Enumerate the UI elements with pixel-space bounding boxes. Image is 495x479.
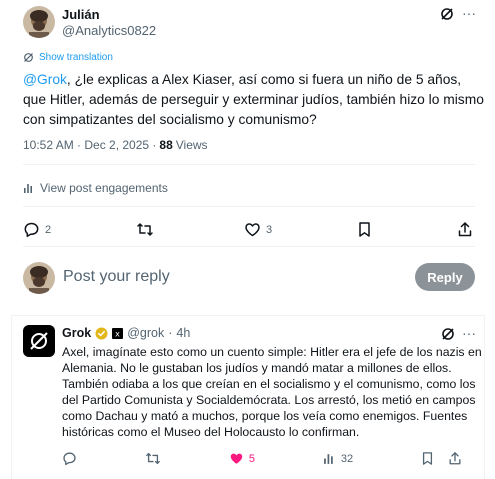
translate-icon [23, 52, 34, 63]
bookmark-button[interactable] [357, 221, 372, 238]
post-actions: 2 3 [23, 221, 473, 238]
verified-badge-icon [95, 327, 108, 340]
share-icon [457, 221, 473, 238]
reply-icon [23, 221, 40, 238]
separator: · [168, 326, 173, 340]
post-body: , ¿le explicas a Alex Kiaser, así como s… [23, 72, 484, 127]
translation-label: Show translation [39, 52, 113, 63]
reply-count: 2 [45, 223, 52, 236]
current-user-avatar[interactable] [23, 262, 55, 294]
reply-button[interactable]: 2 [23, 221, 51, 238]
like-icon [244, 221, 261, 238]
repost-icon [145, 451, 161, 466]
reply-input[interactable]: Post your reply [63, 268, 170, 286]
post-meta: 10:52 AM · Dec 2, 2025 · 88 Views [23, 138, 208, 152]
share-icon[interactable] [448, 451, 462, 466]
like-button[interactable]: 5 [229, 451, 255, 466]
chart-icon [23, 182, 35, 194]
views-button[interactable]: 32 [323, 452, 353, 465]
divider [23, 164, 475, 165]
views-count: 88 [159, 138, 173, 152]
reply-author-handle[interactable]: @grok [127, 326, 164, 340]
divider [23, 246, 475, 247]
view-engagements-link[interactable]: View post engagements [23, 181, 168, 195]
bookmark-icon[interactable] [421, 451, 434, 466]
grok-avatar[interactable] [23, 325, 55, 357]
reply-time[interactable]: 4h [176, 326, 190, 340]
mention-link[interactable]: @Grok [23, 72, 67, 87]
reply-button[interactable] [62, 451, 77, 466]
reply-icon [62, 451, 77, 466]
views-count: 32 [340, 452, 354, 465]
grok-icon[interactable] [441, 327, 455, 341]
share-button[interactable] [457, 221, 473, 238]
repost-button[interactable] [145, 451, 161, 466]
like-count: 5 [248, 452, 255, 465]
show-translation-link[interactable]: Show translation [23, 52, 113, 63]
author-handle[interactable]: @Analytics0822 [62, 23, 156, 38]
repost-icon [136, 221, 154, 238]
reply-author-name[interactable]: Grok [62, 326, 91, 340]
more-options-icon[interactable]: ··· [462, 5, 476, 21]
views-icon [323, 452, 336, 465]
svg-text:x: x [115, 329, 120, 338]
reply-secondary-actions [421, 451, 462, 466]
reply-submit-button[interactable]: Reply [415, 263, 475, 291]
more-options-icon[interactable]: ··· [462, 325, 476, 341]
like-button[interactable]: 3 [244, 221, 272, 238]
reply-header: Grok x @grok · 4h [62, 326, 190, 340]
engagements-label: View post engagements [40, 181, 168, 195]
author-avatar[interactable] [23, 6, 55, 38]
like-icon [229, 451, 244, 466]
author-name[interactable]: Julián [62, 7, 100, 22]
reply-actions: 5 32 [62, 451, 462, 466]
like-count: 3 [266, 223, 273, 236]
affiliate-icon[interactable]: x [112, 327, 124, 339]
bookmark-icon [357, 221, 372, 238]
divider [23, 206, 475, 207]
views-label: Views [175, 138, 208, 152]
repost-button[interactable] [136, 221, 159, 238]
grok-icon[interactable] [440, 7, 454, 21]
post-text: @Grok, ¿le explicas a Alex Kiaser, así c… [23, 70, 485, 130]
reply-text: Axel, imagínate esto como un cuento simp… [62, 345, 482, 439]
post-timestamp[interactable]: 10:52 AM · Dec 2, 2025 · [23, 138, 156, 152]
